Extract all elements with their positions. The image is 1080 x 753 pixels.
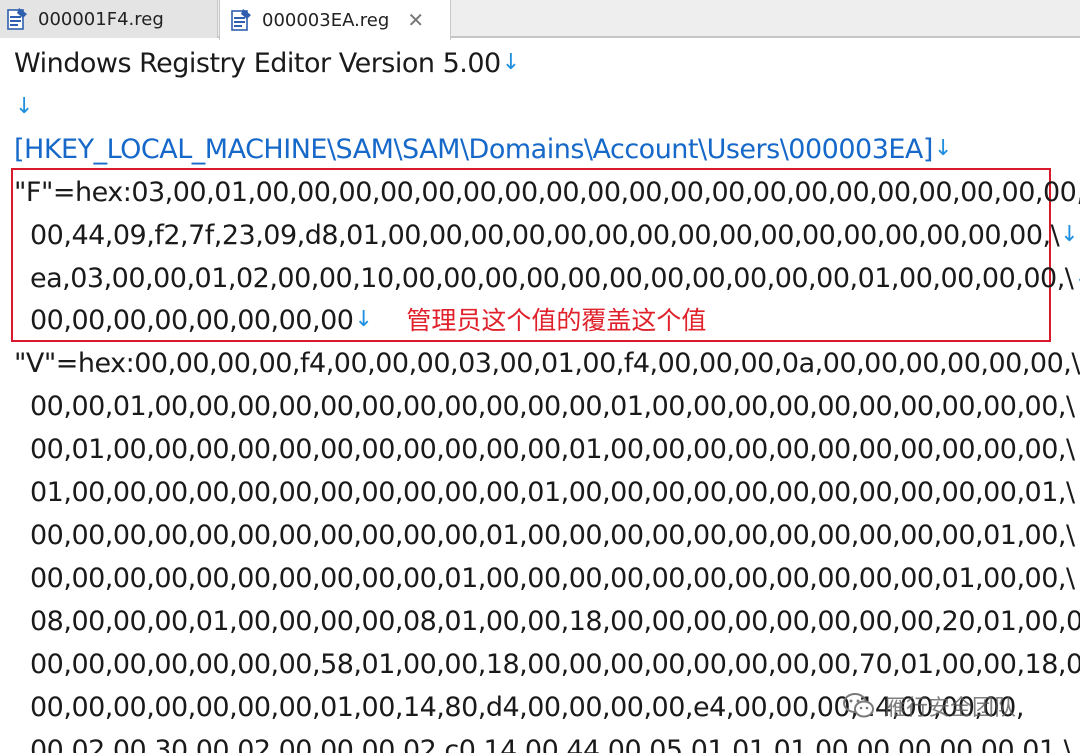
editor-line: ↓ (14, 88, 33, 128)
reg-file-icon (7, 8, 27, 30)
tab-label: 000001F4.reg (38, 8, 164, 30)
line-end-marker: ↓ (1076, 522, 1080, 547)
line-end-marker: ↓ (1076, 393, 1080, 418)
line-end-marker: ↓ (501, 50, 520, 75)
editor-line: "F"=hex:03,00,01,00,00,00,00,00,00,00,00… (14, 177, 1080, 208)
editor-line: 00,01,00,00,00,00,00,00,00,00,00,00,00,0… (30, 430, 1080, 470)
editor-line: 00,00,01,00,00,00,00,00,00,00,00,00,00,0… (30, 387, 1080, 427)
tab-bar: 000001F4.reg 000003EA.reg ✕ (0, 0, 1080, 40)
tab-label: 000003EA.reg (262, 9, 390, 31)
editor-line: ea,03,00,00,01,02,00,00,10,00,00,00,00,0… (30, 259, 1080, 299)
editor-line: 08,00,00,00,01,00,00,00,00,08,01,00,00,1… (30, 606, 1080, 637)
editor-text-area[interactable]: Windows Registry Editor Version 5.00↓ ↓ … (0, 40, 1080, 753)
wechat-logo-icon (843, 693, 874, 718)
tab-000003EA[interactable]: 000003EA.reg ✕ (219, 0, 451, 40)
editor-line: 00,00,00,00,00,00,00,00,00,00,00,01,00,0… (30, 516, 1080, 556)
watermark-text: 雁行安全团队 (884, 696, 1017, 721)
tab-000001F4[interactable]: 000001F4.reg (0, 0, 218, 38)
registry-key-path: [HKEY_LOCAL_MACHINE\SAM\SAM\Domains\Acco… (14, 134, 952, 165)
line-end-marker: ↓ (1060, 222, 1079, 247)
reg-file-icon (231, 9, 251, 31)
editor-line: 01,00,00,00,00,00,00,00,00,00,00,00,01,0… (30, 473, 1080, 513)
line-end-marker: ↓ (15, 94, 33, 119)
editor-line: 00,44,09,f2,7f,23,09,d8,01,00,00,00,00,0… (30, 220, 1079, 251)
watermark: 雁行安全团队 (842, 686, 1016, 726)
close-icon[interactable]: ✕ (407, 10, 424, 30)
editor-line: Windows Registry Editor Version 5.00↓ (14, 48, 520, 79)
editor-line: 00,00,00,00,00,00,00,58,01,00,00,18,00,0… (30, 649, 1080, 680)
line-end-marker: ↓ (354, 307, 373, 332)
line-end-marker: ↓ (1076, 479, 1080, 504)
editor-line: 00,00,00,00,00,00,00,00↓ 管理员这个值的覆盖这个值 (30, 305, 707, 336)
line-end-marker: ↓ (1074, 265, 1080, 290)
line-end-marker: ↓ (1076, 436, 1080, 461)
editor-line: 00,02,00,30,00,02,00,00,00,02,c0,14,00,4… (30, 735, 1073, 753)
annotation-note: 管理员这个值的覆盖这个值 (406, 306, 707, 335)
editor-line: 00,00,00,00,00,00,00,00,00,00,01,00,00,0… (30, 559, 1080, 599)
text-editor-window: 000001F4.reg 000003EA.reg ✕ Windows Regi… (0, 0, 1080, 753)
editor-line: "V"=hex:00,00,00,00,f4,00,00,00,03,00,01… (14, 348, 1080, 379)
line-end-marker: ↓ (1076, 565, 1080, 590)
line-end-marker: ↓ (933, 136, 952, 161)
